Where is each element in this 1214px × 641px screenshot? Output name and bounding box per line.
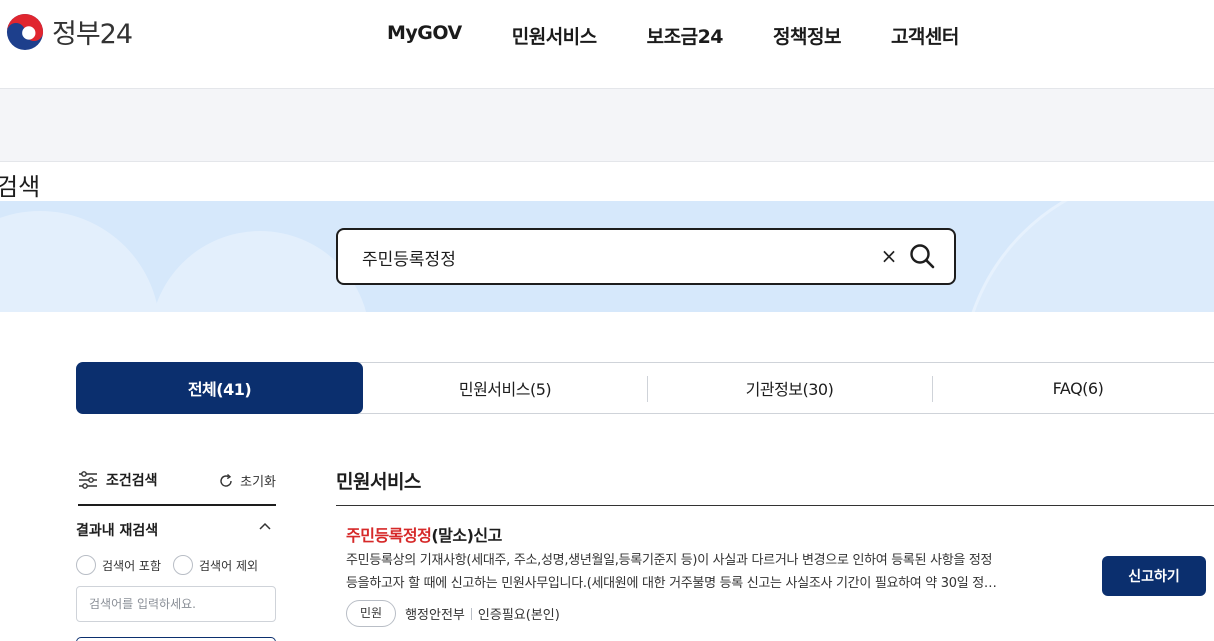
nav-item-civil-service[interactable]: 민원서비스 (512, 22, 597, 49)
result-title-link[interactable]: 주민등록정정(말소)신고 (346, 522, 502, 546)
tab-all[interactable]: 전체(41) (76, 362, 363, 414)
section-divider (336, 505, 1214, 506)
page-title: 검색 (0, 173, 41, 201)
radio-include-keyword[interactable]: 검색어 포함 (76, 555, 161, 575)
clear-search-button[interactable]: × (878, 245, 900, 267)
result-auth-requirement: 인증필요(본인) (477, 608, 560, 623)
tab-divider (932, 376, 933, 402)
result-meta: 민원 행정안전부 인증필요(본인) (346, 600, 560, 627)
search-icon[interactable] (908, 242, 936, 270)
search-box: × (336, 228, 956, 285)
filter-title: 조건검색 (78, 470, 158, 490)
refresh-icon (220, 473, 232, 487)
nav-item-mygov[interactable]: MyGOV (387, 22, 462, 49)
refine-mode-radios: 검색어 포함 검색어 제외 (76, 555, 258, 575)
result-description: 주민등록상의 기재사항(세대주, 주소,성명,생년월일,등록기준지 등)이 사실… (346, 549, 1074, 595)
tab-agency-info[interactable]: 기관정보(30) (647, 363, 932, 413)
meta-divider (470, 607, 472, 620)
nav-item-subsidy24[interactable]: 보조금24 (647, 22, 724, 49)
logo-text: 정부24 (52, 19, 133, 50)
result-description-line: 주민등록상의 기재사항(세대주, 주소,성명,생년월일,등록기준지 등)이 사실… (346, 553, 993, 568)
banner-decoration (960, 201, 1214, 312)
radio-include-label: 검색어 포함 (102, 558, 162, 573)
nav-item-customer-center[interactable]: 고객센터 (891, 22, 959, 49)
nav-item-policy-info[interactable]: 정책정보 (773, 22, 841, 49)
filter-header: 조건검색 초기화 (78, 470, 276, 506)
filter-title-label: 조건검색 (106, 473, 158, 489)
breadcrumb-band (0, 88, 1214, 162)
tab-faq[interactable]: FAQ(6) (932, 363, 1214, 413)
result-title-rest: (말소)신고 (431, 526, 502, 545)
refine-search-header[interactable]: 결과내 재검색 (76, 519, 274, 541)
global-nav: MyGOV 민원서비스 보조금24 정책정보 고객센터 (387, 22, 1009, 49)
refine-search-label: 결과내 재검색 (76, 523, 159, 539)
chevron-up-icon[interactable] (258, 519, 272, 533)
refine-search-button[interactable] (76, 637, 276, 641)
category-badge: 민원 (346, 600, 397, 627)
radio-circle[interactable] (76, 555, 96, 575)
result-tabs: 전체(41) 민원서비스(5) 기관정보(30) FAQ(6) (76, 362, 1214, 414)
result-description-line: 등을하고자 할 때에 신고하는 민원사무입니다.(세대원에 대한 거주불명 등록… (346, 576, 997, 591)
tab-agency-info-label: 기관정보(30) (745, 380, 834, 399)
radio-circle[interactable] (173, 555, 194, 575)
report-button[interactable]: 신고하기 (1102, 556, 1206, 596)
banner-decoration (0, 211, 160, 312)
tab-faq-label: FAQ(6) (1052, 378, 1104, 398)
reset-button[interactable]: 초기화 (218, 471, 276, 490)
result-title-highlight: 주민등록정정 (346, 526, 432, 545)
reset-label: 초기화 (240, 475, 276, 490)
site-header: 정부24 MyGOV 민원서비스 보조금24 정책정보 고객센터 (0, 0, 1214, 88)
tab-divider (647, 376, 648, 402)
radio-exclude-keyword[interactable]: 검색어 제외 (173, 555, 258, 575)
radio-exclude-label: 검색어 제외 (199, 558, 259, 573)
tab-civil-service-label: 민원서비스(5) (458, 380, 552, 399)
section-title-civil-service: 민원서비스 (336, 471, 421, 493)
taegeuk-logo-icon (6, 13, 44, 50)
sliders-icon (79, 471, 97, 489)
result-agency: 행정안전부 (405, 608, 465, 623)
site-logo[interactable]: 정부24 (6, 12, 133, 51)
refine-search-input[interactable] (76, 586, 276, 622)
tab-civil-service[interactable]: 민원서비스(5) (363, 363, 647, 413)
search-input[interactable] (362, 243, 842, 271)
